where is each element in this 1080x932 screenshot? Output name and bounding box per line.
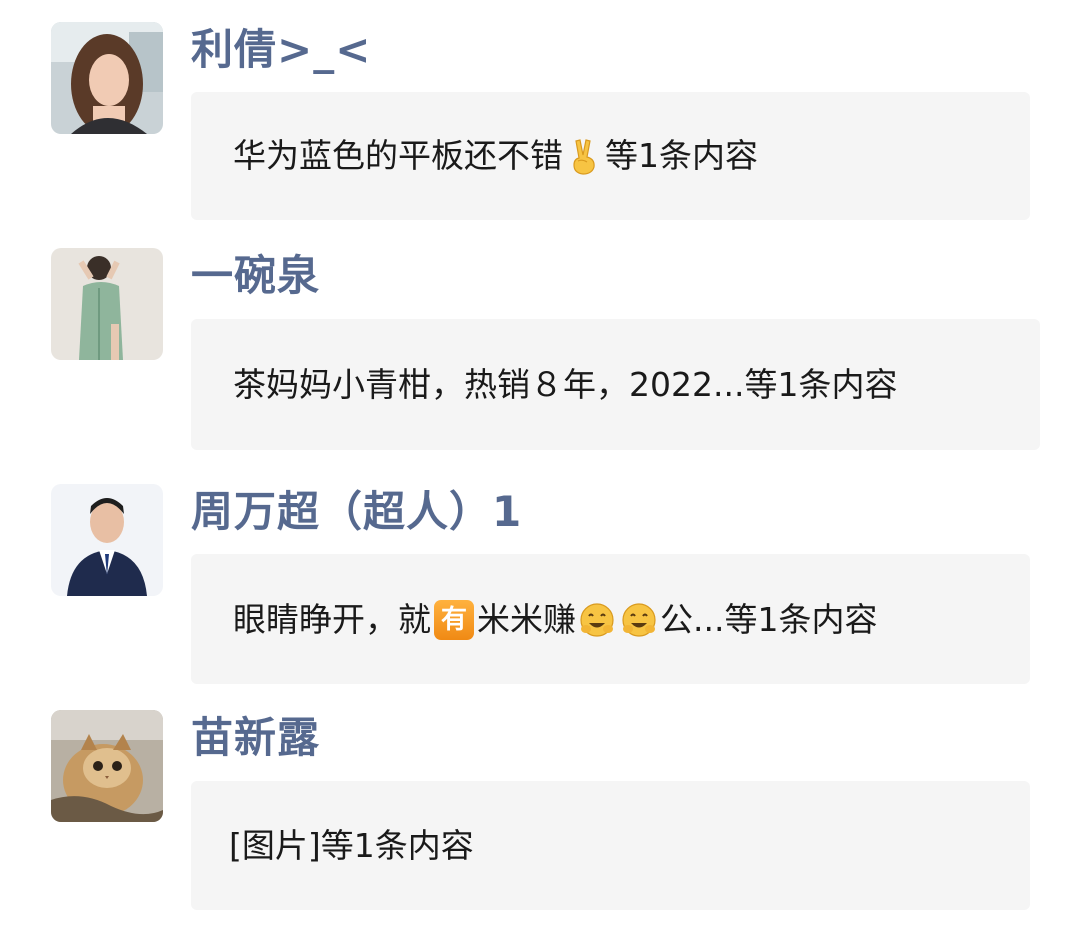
avatar-photo-icon bbox=[51, 22, 163, 134]
preview-text: 茶妈妈小青柑，热销８年，2022...等1条内容 bbox=[233, 363, 897, 407]
contact-name[interactable]: 利倩>_< bbox=[191, 24, 371, 76]
preview-text-before: 眼睛睁开，就 bbox=[233, 600, 431, 639]
preview-text-after: 公...等1条内容 bbox=[660, 600, 878, 639]
avatar-photo-icon bbox=[51, 484, 163, 596]
preview-text: 华为蓝色的平板还不错 等1条内容 bbox=[233, 134, 758, 178]
victory-hand-icon bbox=[565, 137, 603, 175]
preview-text-content: [图片]等1条内容 bbox=[229, 826, 474, 865]
avatar[interactable] bbox=[51, 484, 163, 596]
preview-bubble[interactable]: 眼睛睁开，就 有 米米赚 公...等1条内容 bbox=[191, 554, 1030, 684]
avatar[interactable] bbox=[51, 710, 163, 822]
contact-name[interactable]: 周万超（超人）1 bbox=[191, 486, 522, 538]
preview-text-middle: 米米赚 bbox=[477, 600, 576, 639]
preview-text-after: 等1条内容 bbox=[605, 136, 758, 175]
smiling-face-icon bbox=[620, 601, 658, 639]
preview-text-content: 茶妈妈小青柑，热销８年，2022...等1条内容 bbox=[233, 365, 898, 404]
preview-bubble[interactable]: 华为蓝色的平板还不错 等1条内容 bbox=[191, 92, 1030, 220]
avatar-photo-icon bbox=[51, 710, 163, 822]
preview-bubble[interactable]: [图片]等1条内容 bbox=[191, 781, 1030, 910]
avatar[interactable] bbox=[51, 248, 163, 360]
contact-name[interactable]: 一碗泉 bbox=[191, 250, 320, 302]
preview-text: 眼睛睁开，就 有 米米赚 公...等1条内容 bbox=[233, 598, 877, 642]
preview-text-before: 华为蓝色的平板还不错 bbox=[233, 136, 563, 175]
preview-text: [图片]等1条内容 bbox=[229, 824, 474, 868]
avatar[interactable] bbox=[51, 22, 163, 134]
you-badge-icon: 有 bbox=[434, 600, 474, 640]
preview-bubble[interactable]: 茶妈妈小青柑，热销８年，2022...等1条内容 bbox=[191, 319, 1040, 450]
contact-name[interactable]: 苗新露 bbox=[191, 712, 320, 764]
avatar-photo-icon bbox=[51, 248, 163, 360]
smiling-face-icon bbox=[578, 601, 616, 639]
